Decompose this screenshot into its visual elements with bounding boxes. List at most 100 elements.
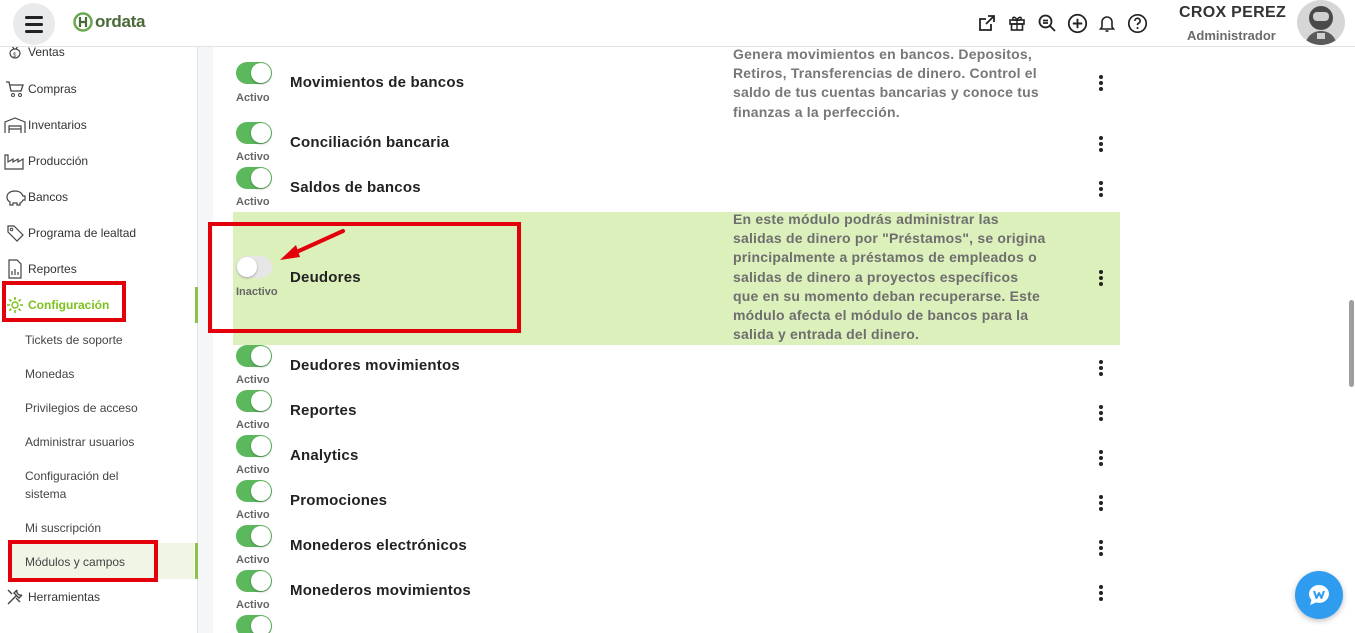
search-zoom-icon[interactable] xyxy=(1036,11,1058,35)
cart-icon xyxy=(4,79,26,99)
annotation-box-configuracion xyxy=(2,281,126,322)
sidebar-sub-configuracion-del-sistema[interactable]: Configuración del sistema xyxy=(25,467,118,503)
sidebar-item-label: Reportes xyxy=(28,262,77,276)
external-link-icon[interactable] xyxy=(976,11,998,35)
module-row-analytics: Activo Analytics xyxy=(233,435,1120,480)
module-name: Reportes xyxy=(290,402,357,419)
sidebar-item-programa-de-lealtad[interactable]: Programa de lealtad xyxy=(4,222,136,244)
module-name: Monederos movimientos xyxy=(290,582,471,599)
header-icons xyxy=(976,11,1148,35)
more-options-icon[interactable] xyxy=(1099,136,1103,152)
module-row-monederos-movimientos: Activo Monederos movimientos xyxy=(233,570,1120,615)
modules-list: Activo Movimientos de bancos Genera movi… xyxy=(213,46,1140,633)
module-description: Genera movimientos en bancos. Depositos,… xyxy=(733,45,1083,122)
page-scrollbar[interactable] xyxy=(1349,300,1354,387)
module-row-monederos-electronicos: Activo Monederos electrónicos xyxy=(233,525,1120,570)
sidebar-item-produccion[interactable]: Producción xyxy=(4,150,88,172)
module-row-movimientos-de-bancos: Activo Movimientos de bancos Genera movi… xyxy=(233,46,1120,120)
description-line: módulo afecta el módulo de bancos para l… xyxy=(733,307,1029,324)
sidebar-item-inventarios[interactable]: Inventarios xyxy=(4,114,87,136)
module-row-promociones: Activo Promociones xyxy=(233,480,1120,525)
right-panel xyxy=(1140,47,1355,633)
more-options-icon[interactable] xyxy=(1099,540,1103,556)
description-line: salida y entrada del dinero. xyxy=(733,326,920,343)
logo-text: ordata xyxy=(95,12,146,31)
module-name: Deudores movimientos xyxy=(290,357,460,374)
sidebar-sub-label-line: sistema xyxy=(25,487,67,501)
module-name: Analytics xyxy=(290,447,359,464)
gift-icon[interactable] xyxy=(1006,11,1028,35)
sidebar-item-label: Bancos xyxy=(28,190,69,204)
module-toggle[interactable] xyxy=(236,390,272,412)
user-name[interactable]: CROX PEREZ xyxy=(1179,4,1286,22)
more-options-icon[interactable] xyxy=(1099,181,1103,197)
more-options-icon[interactable] xyxy=(1099,405,1103,421)
module-status: Activo xyxy=(236,374,270,386)
more-options-icon[interactable] xyxy=(1099,360,1103,376)
annotation-box-deudores-toggle xyxy=(208,222,521,333)
annotation-box-modulos-y-campos xyxy=(8,540,158,582)
chat-support-button[interactable] xyxy=(1295,571,1343,619)
user-role: Administrador xyxy=(1187,28,1276,43)
loyalty-tag-icon xyxy=(4,223,26,243)
sidebar-item-compras[interactable]: Compras xyxy=(4,78,77,100)
description-line: salidas de dinero a proyectos específico… xyxy=(733,268,1019,285)
module-toggle[interactable] xyxy=(236,570,272,592)
module-status: Activo xyxy=(236,464,270,476)
tools-icon xyxy=(4,587,26,607)
hamburger-menu-button[interactable] xyxy=(13,3,55,45)
module-toggle[interactable] xyxy=(236,167,272,189)
logo-h-icon xyxy=(73,12,93,32)
module-name: Movimientos de bancos xyxy=(290,74,465,91)
module-toggle[interactable] xyxy=(236,62,272,84)
sidebar-sub-privilegios-de-acceso[interactable]: Privilegios de acceso xyxy=(25,399,138,417)
module-description: En este módulo podrás administrar las sa… xyxy=(733,210,1083,344)
module-name: Conciliación bancaria xyxy=(290,134,450,151)
more-options-icon[interactable] xyxy=(1099,270,1103,286)
more-options-icon[interactable] xyxy=(1099,495,1103,511)
more-options-icon[interactable] xyxy=(1099,585,1103,601)
description-line: principalmente a préstamos de empleados … xyxy=(733,249,1037,266)
sidebar-item-label: Herramientas xyxy=(28,590,101,604)
sidebar-item-bancos[interactable]: Bancos xyxy=(4,186,68,208)
plus-circle-icon[interactable] xyxy=(1066,11,1088,35)
sidebar-sub-mi-suscripcion[interactable]: Mi suscripción xyxy=(25,519,101,537)
sidebar-item-herramientas[interactable]: Herramientas xyxy=(4,586,100,608)
piggy-bank-icon xyxy=(4,187,26,207)
sidebar-sub-monedas[interactable]: Monedas xyxy=(25,365,74,383)
description-line: que en su momento deban recuperarse. Est… xyxy=(733,287,1040,304)
sidebar-sub-administrar-usuarios[interactable]: Administrar usuarios xyxy=(25,433,134,451)
sidebar-item-reportes[interactable]: Reportes xyxy=(4,258,77,280)
module-toggle[interactable] xyxy=(236,480,272,502)
more-options-icon[interactable] xyxy=(1099,75,1103,91)
module-row-partial xyxy=(233,615,1120,633)
module-toggle[interactable] xyxy=(236,122,272,144)
description-line: Retiros, Transferencias de dinero. Contr… xyxy=(733,65,1037,82)
bell-icon[interactable] xyxy=(1096,11,1118,35)
sidebar-sub-tickets-de-soporte[interactable]: Tickets de soporte xyxy=(25,331,123,349)
report-icon xyxy=(4,259,26,279)
module-row-saldos-de-bancos: Activo Saldos de bancos xyxy=(233,162,1120,212)
factory-icon xyxy=(4,151,26,171)
module-status: Activo xyxy=(236,92,270,104)
app-logo[interactable]: ordata xyxy=(73,12,145,32)
more-options-icon[interactable] xyxy=(1099,450,1103,466)
module-toggle[interactable] xyxy=(236,435,272,457)
module-toggle[interactable] xyxy=(236,525,272,547)
help-icon[interactable] xyxy=(1126,11,1148,35)
module-row-reportes: Activo Reportes xyxy=(233,390,1120,435)
description-line: En este módulo podrás administrar las xyxy=(733,211,999,227)
top-header: ordata CROX PEREZ Administrador xyxy=(0,0,1355,47)
module-row-conciliacion-bancaria: Activo Conciliación bancaria xyxy=(233,117,1120,163)
sidebar-item-label: Producción xyxy=(28,154,89,168)
sidebar-item-label: Programa de lealtad xyxy=(28,226,137,240)
module-toggle[interactable] xyxy=(236,615,272,633)
avatar[interactable] xyxy=(1297,0,1345,45)
sidebar-item-label: Compras xyxy=(28,82,77,96)
module-toggle[interactable] xyxy=(236,345,272,367)
annotation-arrow-icon xyxy=(280,229,345,260)
sidebar-item-label: Ventas xyxy=(28,45,65,59)
active-section-indicator xyxy=(195,287,198,323)
module-status: Activo xyxy=(236,599,270,611)
module-status: Activo xyxy=(236,196,270,208)
